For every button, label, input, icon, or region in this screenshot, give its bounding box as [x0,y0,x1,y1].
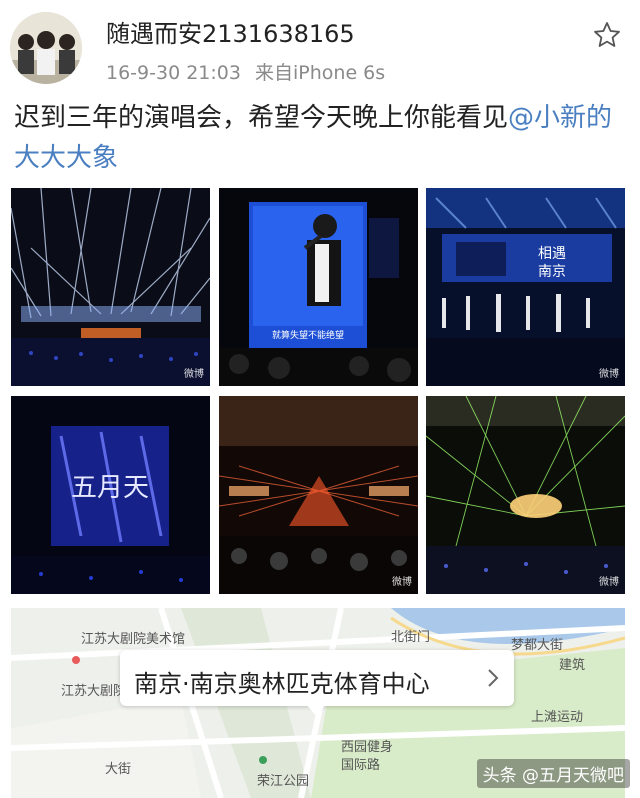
avatar[interactable] [10,12,82,84]
post-header: 随遇而安2131638165 16-9-30 21:03 来自iPhone 6s [0,0,640,100]
post-meta: 16-9-30 21:03 来自iPhone 6s [106,58,385,85]
map-label: 西园健身 [341,740,394,755]
map-label: 建筑 [559,658,586,673]
map-label: 上滩运动 [531,710,584,725]
location-callout[interactable]: 南京·南京奥林匹克体育中心 [120,650,514,706]
watermark: 微博 [392,577,412,588]
map-label: 江苏大剧院美术馆 [81,632,186,647]
photo2-subtitle: 就算失望不能绝望 [272,329,344,341]
map-label: 梦都大街 [511,638,564,653]
watermark: 微博 [184,369,204,380]
source-device: 来自iPhone 6s [255,62,386,84]
photo3-banner-line1: 相遇 [538,246,566,262]
photo-5[interactable]: 微博 [219,396,418,594]
photo3-banner-line2: 南京 [538,264,566,280]
photo-2[interactable]: 就算失望不能绝望 [219,188,418,386]
photo4-screen-text: 五月天 [71,473,149,503]
map-label: 大街 [105,762,132,777]
post-body: 迟到三年的演唱会，希望今天晚上你能看见 [14,103,509,133]
map-label: 北街门 [391,630,431,645]
photo-grid: 微博 就算失望不能绝望 相遇 南京 微博 五月天 微博 微博 [11,188,625,594]
photo-1[interactable]: 微博 [11,188,210,386]
source-tag: 头条 @五月天微吧 [476,759,630,788]
map-label: 国际路 [341,758,381,773]
post-text: 迟到三年的演唱会，希望今天晚上你能看见@小新的大大大象 [14,98,626,178]
watermark: 微博 [599,577,619,588]
photo-3[interactable]: 相遇 南京 微博 [426,188,625,386]
timestamp: 16-9-30 21:03 [106,62,241,84]
photo-6[interactable]: 微博 [426,396,625,594]
chevron-right-icon [486,666,500,690]
map-label: 荣江公园 [257,774,310,789]
watermark: 微博 [599,369,619,380]
username[interactable]: 随遇而安2131638165 [106,14,355,49]
photo-4[interactable]: 五月天 [11,396,210,594]
map-pin-icon [306,704,326,716]
star-icon[interactable] [592,20,622,50]
map-label: 江苏大剧院 [61,684,127,699]
location-label: 南京·南京奥林匹克体育中心 [134,670,430,698]
